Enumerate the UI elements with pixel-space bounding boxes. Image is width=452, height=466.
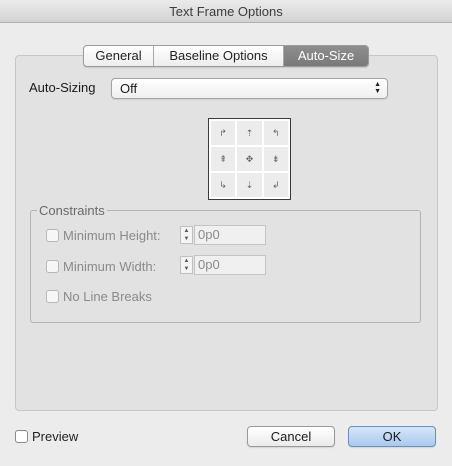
- select-arrows-icon: ▲ ▼: [374, 81, 381, 95]
- preview-checkbox[interactable]: [15, 430, 28, 443]
- preview-label: Preview: [32, 429, 79, 444]
- preview-row: Preview: [15, 429, 78, 444]
- tab-bar: General Baseline Options Auto-Size: [83, 45, 369, 67]
- minimum-width-field[interactable]: 0p0: [194, 255, 266, 275]
- reference-point-grid: ↱ ⇡ ↰ ⇞ ✥ ⇟ ↳ ⇣ ↲: [208, 118, 291, 200]
- reference-point-middle-left[interactable]: ⇞: [211, 147, 236, 171]
- minimum-height-stepper[interactable]: ▲ ▼: [180, 226, 193, 244]
- auto-sizing-label: Auto-Sizing: [29, 80, 96, 95]
- minimum-height-checkbox[interactable]: [46, 228, 59, 242]
- reference-point-bottom-right[interactable]: ↲: [263, 173, 288, 197]
- minimum-width-row: Minimum Width:: [46, 257, 156, 275]
- reference-point-top-right[interactable]: ↰: [263, 121, 288, 145]
- minimum-height-field[interactable]: 0p0: [194, 225, 266, 245]
- no-line-breaks-label: No Line Breaks: [63, 288, 152, 304]
- auto-sizing-select[interactable]: Off ▲ ▼: [111, 78, 388, 99]
- tab-auto-size[interactable]: Auto-Size: [284, 46, 368, 66]
- ok-button[interactable]: OK: [348, 426, 436, 447]
- reference-point-top-center[interactable]: ⇡: [237, 121, 262, 145]
- no-line-breaks-checkbox[interactable]: [46, 289, 59, 303]
- reference-point-center[interactable]: ✥: [237, 147, 262, 171]
- constraints-legend: Constraints: [39, 203, 105, 218]
- window-title: Text Frame Options: [0, 0, 452, 23]
- reference-point-bottom-center[interactable]: ⇣: [237, 173, 262, 197]
- tab-general[interactable]: General: [84, 46, 154, 66]
- minimum-width-stepper[interactable]: ▲ ▼: [180, 256, 193, 274]
- minimum-height-label: Minimum Height:: [63, 227, 161, 243]
- minimum-height-row: Minimum Height:: [46, 226, 161, 244]
- reference-point-middle-right[interactable]: ⇟: [263, 147, 288, 171]
- minimum-width-label: Minimum Width:: [63, 258, 157, 274]
- auto-sizing-value: Off: [120, 81, 138, 96]
- cancel-button[interactable]: Cancel: [247, 426, 335, 447]
- minimum-width-checkbox[interactable]: [46, 259, 59, 273]
- reference-point-top-left[interactable]: ↱: [211, 121, 236, 145]
- tab-baseline-options[interactable]: Baseline Options: [154, 46, 284, 66]
- reference-point-bottom-left[interactable]: ↳: [211, 173, 236, 197]
- no-line-breaks-row: No Line Breaks: [46, 287, 152, 305]
